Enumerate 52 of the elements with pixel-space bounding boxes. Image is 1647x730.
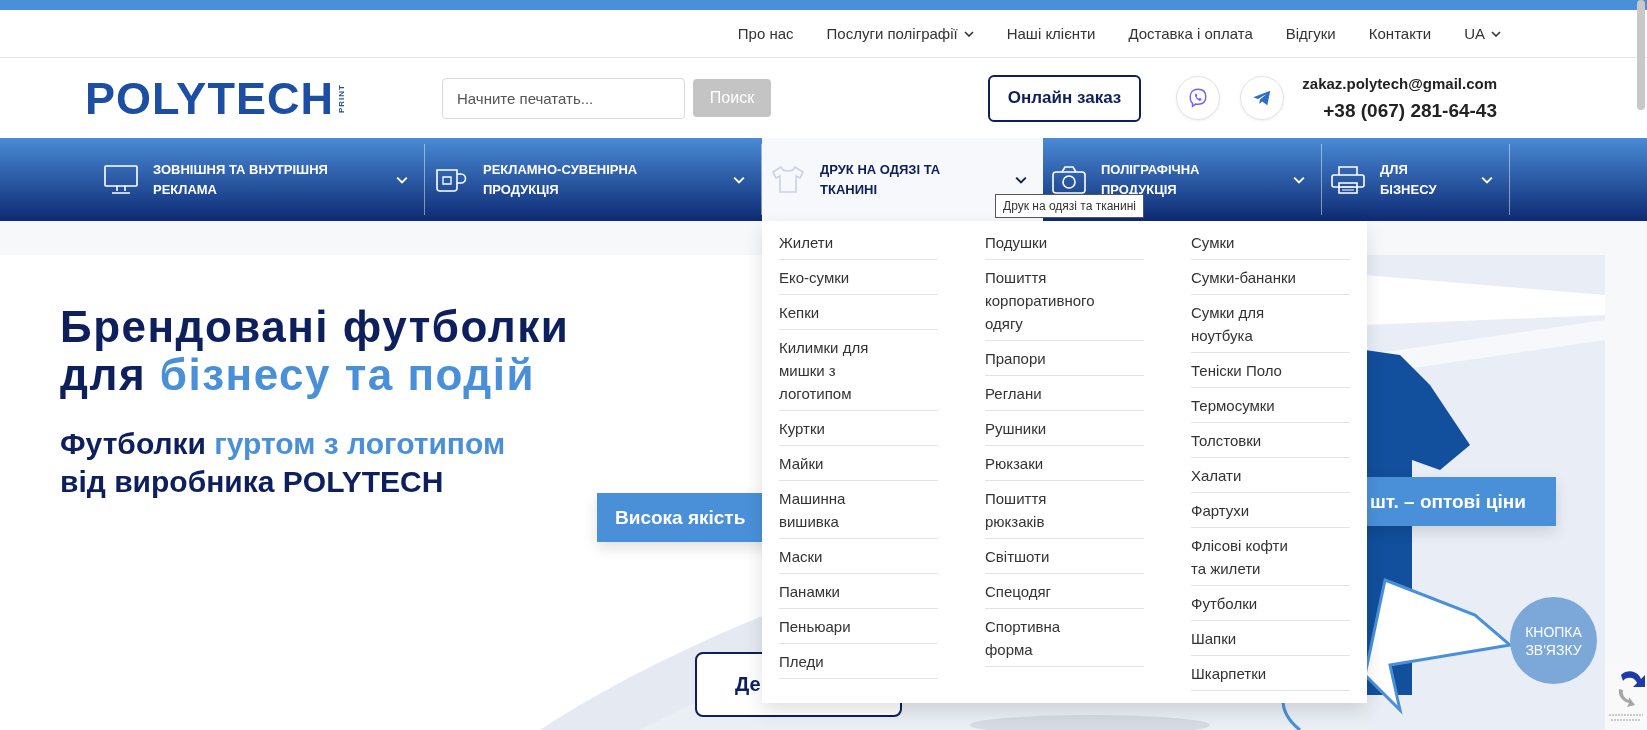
menu-item[interactable]: Спецодяг	[985, 574, 1144, 609]
email-link[interactable]: zakaz.polytech@gmail.com	[1302, 74, 1497, 92]
hero-subtitle-line: Футболки гуртом з логотипом	[60, 426, 506, 462]
menu-item[interactable]: Прапори	[985, 341, 1144, 376]
nav-link[interactable]: UA	[1464, 25, 1501, 42]
menu-item[interactable]: Машинна вишивка	[779, 481, 938, 539]
hero-subtitle-line: від виробника POLYTECH	[60, 464, 444, 500]
menu-item[interactable]: Сумки для ноутбука	[1191, 295, 1350, 353]
menu-item[interactable]: Пеньюари	[779, 609, 938, 644]
menu-item[interactable]: Рюкзаки	[985, 446, 1144, 481]
menu-item[interactable]: Шкарпетки	[1191, 656, 1350, 691]
menu-item[interactable]: Подушки	[985, 225, 1144, 260]
menu-item[interactable]: Реглани	[985, 376, 1144, 411]
nav-link[interactable]: Послуги поліграфії	[826, 25, 974, 42]
menu-item[interactable]: Пошиття корпоративного одягу	[985, 260, 1144, 341]
menu-item[interactable]: Флісові кофти та жилети	[1191, 528, 1350, 586]
phone-link[interactable]: +38 (067) 281-64-43	[1323, 99, 1497, 122]
menu-item[interactable]: Майки	[779, 446, 938, 481]
menu-item[interactable]: Спортивна форма	[985, 609, 1144, 667]
menu-item[interactable]: Толстовки	[1191, 423, 1350, 458]
menu-item[interactable]: Пошиття рюкзаків	[985, 481, 1144, 539]
nav-link[interactable]: Наші клієнти	[1006, 25, 1096, 42]
menu-item[interactable]: Халати	[1191, 458, 1350, 493]
nav-link[interactable]: Відгуки	[1285, 25, 1336, 42]
menu-item[interactable]: Куртки	[779, 411, 938, 446]
menu-item[interactable]: Теніски Поло	[1191, 353, 1350, 388]
menu-item[interactable]: Маски	[779, 539, 938, 574]
order-button[interactable]: Онлайн заказ	[987, 74, 1142, 122]
menu-item[interactable]: Еко-сумки	[779, 260, 938, 295]
logo[interactable]: POLYTECH PRINT	[85, 75, 390, 121]
menu-item[interactable]: Сумки-бананки	[1191, 260, 1350, 295]
tooltip: Друк на одязі та тканині	[995, 194, 1144, 218]
menu-item[interactable]: Кепки	[779, 295, 938, 330]
menu-item[interactable]: Термосумки	[1191, 388, 1350, 423]
nav-link[interactable]: Доставка і оплата	[1128, 25, 1253, 42]
menu-item[interactable]: Жилети	[779, 225, 938, 260]
menu-item[interactable]: Сумки	[1191, 225, 1350, 260]
menu-tab[interactable]: ЗОВНІШНЯ ТА ВНУТРІШНЯ РЕКЛАМА	[95, 144, 425, 215]
menu-item[interactable]: Килимки для мишки з логотипом	[779, 330, 938, 411]
nav-link[interactable]: Контакти	[1368, 25, 1432, 42]
menu-item[interactable]: Світшоти	[985, 539, 1144, 574]
nav-link[interactable]: Про нас	[737, 25, 794, 42]
menu-item[interactable]: Футболки	[1191, 586, 1350, 621]
hero-title-line: для бізнесу та подій	[60, 351, 536, 399]
menu-item[interactable]: Шапки	[1191, 621, 1350, 656]
menu-item[interactable]: Фартухи	[1191, 493, 1350, 528]
menu-item[interactable]: Рушники	[985, 411, 1144, 446]
menu-item[interactable]: Пледи	[779, 644, 938, 679]
hero-title-line: Брендовані футболки	[60, 303, 570, 351]
search-field[interactable]: Начните печатать...	[442, 77, 685, 119]
menu-item[interactable]: Панамки	[779, 574, 938, 609]
menu-tab[interactable]: ДЛЯ БІЗНЕСУ	[1322, 144, 1510, 215]
